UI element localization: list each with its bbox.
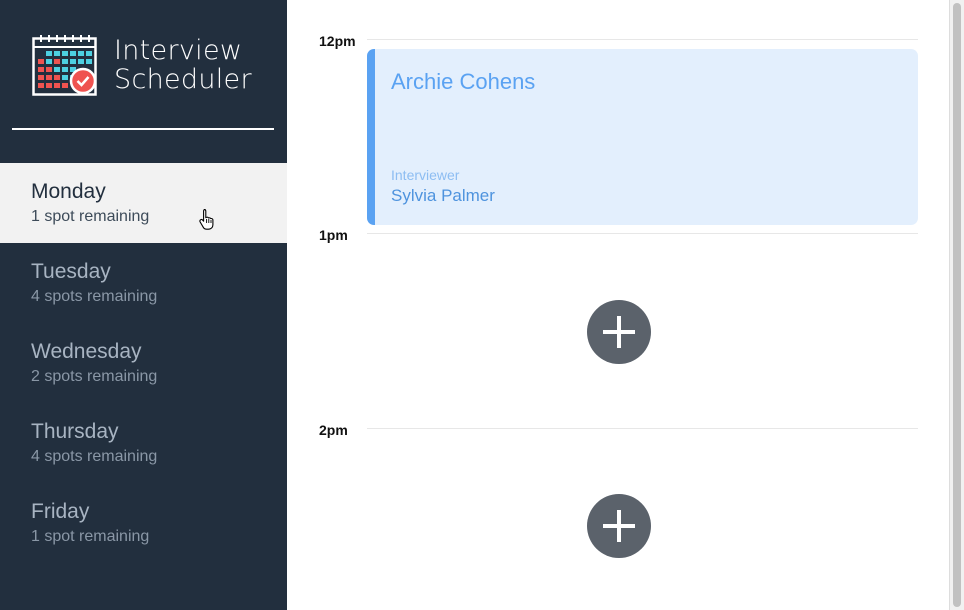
day-name: Thursday — [31, 420, 119, 443]
day-item-friday[interactable]: Friday 1 spot remaining — [0, 483, 287, 563]
sidebar-divider — [12, 128, 274, 130]
time-label-1pm: 1pm — [319, 227, 348, 243]
plus-icon — [603, 316, 635, 348]
app-title-line2: Scheduler — [114, 64, 252, 95]
interviewer-label: Interviewer — [391, 167, 460, 183]
day-item-thursday[interactable]: Thursday 4 spots remaining — [0, 403, 287, 483]
slot-separator — [367, 233, 918, 234]
day-spots: 2 spots remaining — [31, 368, 158, 385]
day-item-wednesday[interactable]: Wednesday 2 spots remaining — [0, 323, 287, 403]
slot-separator — [367, 428, 918, 429]
calendar-check-icon — [32, 35, 97, 96]
time-label-2pm: 2pm — [319, 422, 348, 438]
student-name: Archie Cohens — [391, 69, 536, 94]
vertical-scrollbar[interactable] — [949, 0, 964, 610]
app-title-line1: Interview — [114, 35, 243, 66]
day-name: Monday — [31, 180, 106, 203]
sidebar: Interview Scheduler Monday 1 spot remain… — [0, 0, 287, 610]
interviewer-name: Sylvia Palmer — [391, 186, 495, 205]
day-name: Tuesday — [31, 260, 111, 283]
day-item-tuesday[interactable]: Tuesday 4 spots remaining — [0, 243, 287, 323]
day-name: Friday — [31, 500, 90, 523]
day-spots: 4 spots remaining — [31, 448, 158, 465]
scrollbar-thumb[interactable] — [953, 3, 961, 607]
slot-separator — [367, 39, 918, 40]
time-label-12pm: 12pm — [319, 33, 356, 49]
day-name: Wednesday — [31, 340, 142, 363]
day-item-monday[interactable]: Monday 1 spot remaining — [0, 163, 287, 243]
appointment-card[interactable]: Archie Cohens Interviewer Sylvia Palmer — [367, 49, 918, 225]
plus-icon — [603, 510, 635, 542]
add-appointment-button[interactable] — [587, 494, 651, 558]
day-spots: 4 spots remaining — [31, 288, 158, 305]
day-spots: 1 spot remaining — [31, 208, 150, 225]
app-title: Interview Scheduler — [114, 36, 252, 94]
mouse-pointer-icon — [199, 208, 214, 230]
day-spots: 1 spot remaining — [31, 528, 150, 545]
add-appointment-button[interactable] — [587, 300, 651, 364]
day-list: Monday 1 spot remaining Tuesday 4 spots … — [0, 163, 287, 563]
schedule: 12pm Archie Cohens Interviewer Sylvia Pa… — [287, 0, 949, 610]
